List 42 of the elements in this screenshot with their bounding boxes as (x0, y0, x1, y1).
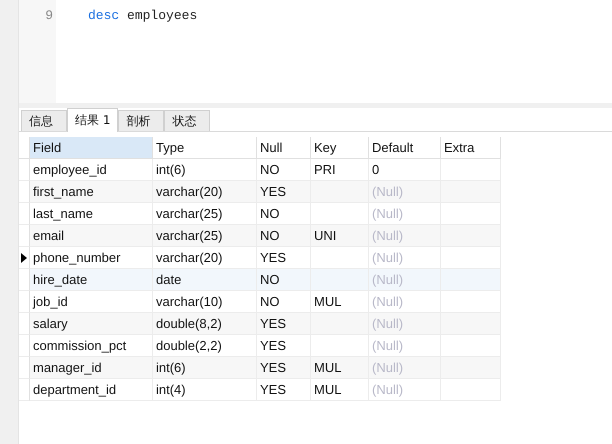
table-cell: YES (257, 357, 311, 379)
result-tab[interactable]: 结果 1 (67, 108, 118, 132)
table-cell: NO (257, 269, 311, 291)
result-tab[interactable]: 信息 (21, 110, 67, 131)
row-indicator[interactable] (19, 247, 30, 269)
table-cell: YES (257, 181, 311, 203)
table-cell: salary (30, 313, 153, 335)
line-number: 9 (44, 8, 54, 24)
table-cell: int(4) (153, 379, 257, 401)
column-header[interactable]: Extra (441, 137, 501, 159)
column-header[interactable]: Null (257, 137, 311, 159)
table-cell: (Null) (369, 269, 441, 291)
result-tab[interactable]: 状态 (164, 110, 210, 131)
table-cell: MUL (311, 357, 369, 379)
table-cell: (Null) (369, 225, 441, 247)
table-cell: YES (257, 379, 311, 401)
table-cell: email (30, 225, 153, 247)
table-cell: int(6) (153, 357, 257, 379)
table-cell: UNI (311, 225, 369, 247)
result-tab[interactable]: 剖析 (118, 110, 164, 131)
column-header[interactable]: Key (311, 137, 369, 159)
table-cell: varchar(20) (153, 181, 257, 203)
table-cell: varchar(25) (153, 225, 257, 247)
table-cell: department_id (30, 379, 153, 401)
table-cell: YES (257, 313, 311, 335)
code-token: employees (127, 8, 198, 23)
table-cell: (Null) (369, 181, 441, 203)
column-header[interactable]: Default (369, 137, 441, 159)
table-cell: first_name (30, 181, 153, 203)
table-cell: date (153, 269, 257, 291)
table-cell: (Null) (369, 357, 441, 379)
column-header[interactable]: Field (30, 137, 153, 159)
current-row-icon (21, 252, 27, 262)
column-header[interactable]: Type (153, 137, 257, 159)
table-cell: (Null) (369, 313, 441, 335)
table-cell: NO (257, 225, 311, 247)
table-cell: manager_id (30, 357, 153, 379)
code-token: desc (88, 8, 120, 23)
table-cell: hire_date (30, 269, 153, 291)
table-cell: (Null) (369, 379, 441, 401)
table-cell: double(8,2) (153, 313, 257, 335)
table-cell: MUL (311, 379, 369, 401)
